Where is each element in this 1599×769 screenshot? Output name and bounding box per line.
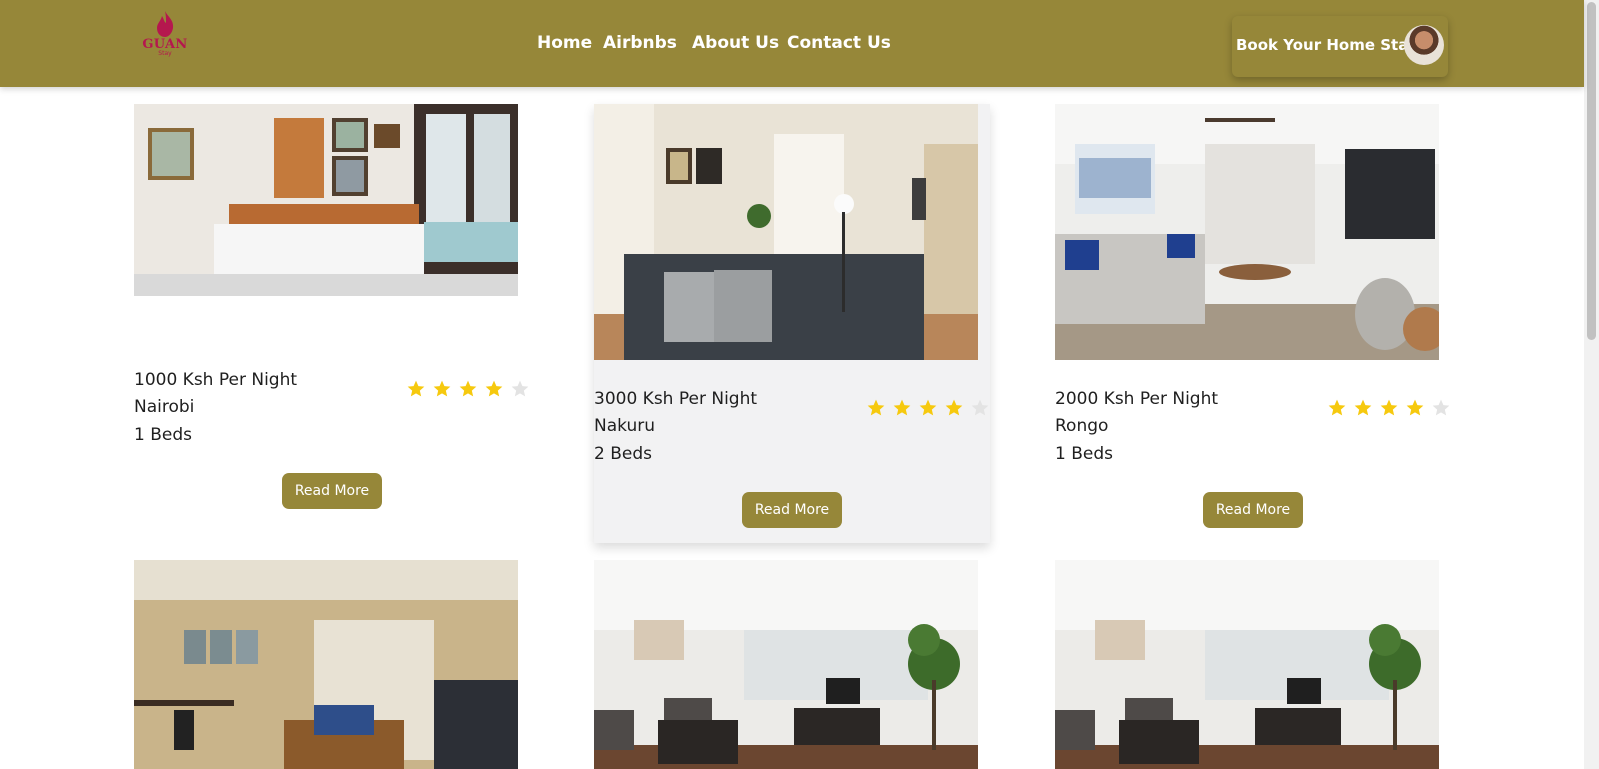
studio-living-photo (134, 560, 518, 769)
book-home-stay-label: Book Your Home Stay (1236, 36, 1418, 54)
listing-price: 1000 Ksh Per Night (134, 370, 298, 390)
listing-photo[interactable] (1055, 560, 1439, 769)
user-avatar[interactable] (1404, 25, 1444, 65)
listing-price: 3000 Ksh Per Night (594, 389, 758, 409)
listing-photo[interactable] (134, 560, 518, 769)
listing-beds: 1 Beds (134, 425, 192, 445)
page-scrollbar[interactable] (1584, 0, 1599, 769)
listing-photo[interactable] (594, 560, 978, 769)
star-rating (406, 379, 536, 399)
star-icon (433, 380, 451, 397)
star-icon (1354, 399, 1372, 416)
listing-card (134, 560, 518, 769)
listing-card: 2000 Ksh Per Night Rongo 1 Beds Read Mor… (1055, 104, 1451, 543)
bright-lounge-photo (1055, 560, 1439, 769)
listing-photo[interactable] (134, 104, 518, 296)
nav-home[interactable]: Home (537, 33, 592, 53)
star-icon (945, 399, 963, 416)
living-room-photo (594, 104, 978, 360)
listing-photo[interactable] (594, 104, 978, 360)
open-plan-living-photo (1055, 104, 1439, 360)
nav-about-us[interactable]: About Us (692, 33, 779, 53)
listing-card: 1000 Ksh Per Night Nairobi 1 Beds Read M… (134, 104, 530, 524)
listing-beds: 2 Beds (594, 444, 652, 464)
listing-photo[interactable] (1055, 104, 1439, 360)
star-icon (1380, 399, 1398, 416)
star-icon (511, 380, 529, 397)
listing-card: 3000 Ksh Per Night Nakuru 2 Beds Read Mo… (594, 104, 990, 543)
star-rating (866, 398, 996, 418)
navbar: GUAN Stay Home Airbnbs About Us Contact … (0, 0, 1584, 87)
star-rating (1327, 398, 1457, 418)
star-icon (407, 380, 425, 397)
star-icon (971, 399, 989, 416)
flame-icon (157, 11, 174, 37)
listing-price: 2000 Ksh Per Night (1055, 389, 1219, 409)
bright-lounge-photo (594, 560, 978, 769)
listing-location: Nakuru (594, 416, 655, 436)
star-icon (919, 399, 937, 416)
star-icon (459, 380, 477, 397)
listing-beds: 1 Beds (1055, 444, 1113, 464)
nav-airbnbs[interactable]: Airbnbs (603, 33, 677, 53)
star-icon (485, 380, 503, 397)
listing-location: Nairobi (134, 397, 195, 417)
nav-contact-us[interactable]: Contact Us (787, 33, 891, 53)
brand-logo[interactable]: GUAN Stay (140, 10, 190, 74)
star-icon (893, 399, 911, 416)
listing-location: Rongo (1055, 416, 1109, 436)
listing-card (594, 560, 978, 769)
star-icon (1432, 399, 1450, 416)
read-more-button[interactable]: Read More (282, 473, 382, 509)
star-icon (1328, 399, 1346, 416)
read-more-button[interactable]: Read More (742, 492, 842, 528)
book-home-stay-button[interactable]: Book Your Home Stay (1232, 16, 1448, 77)
star-icon (1406, 399, 1424, 416)
read-more-button[interactable]: Read More (1203, 492, 1303, 528)
scrollbar-thumb[interactable] (1587, 2, 1596, 340)
star-icon (867, 399, 885, 416)
listing-card (1055, 560, 1439, 769)
bedroom-photo (134, 104, 518, 296)
